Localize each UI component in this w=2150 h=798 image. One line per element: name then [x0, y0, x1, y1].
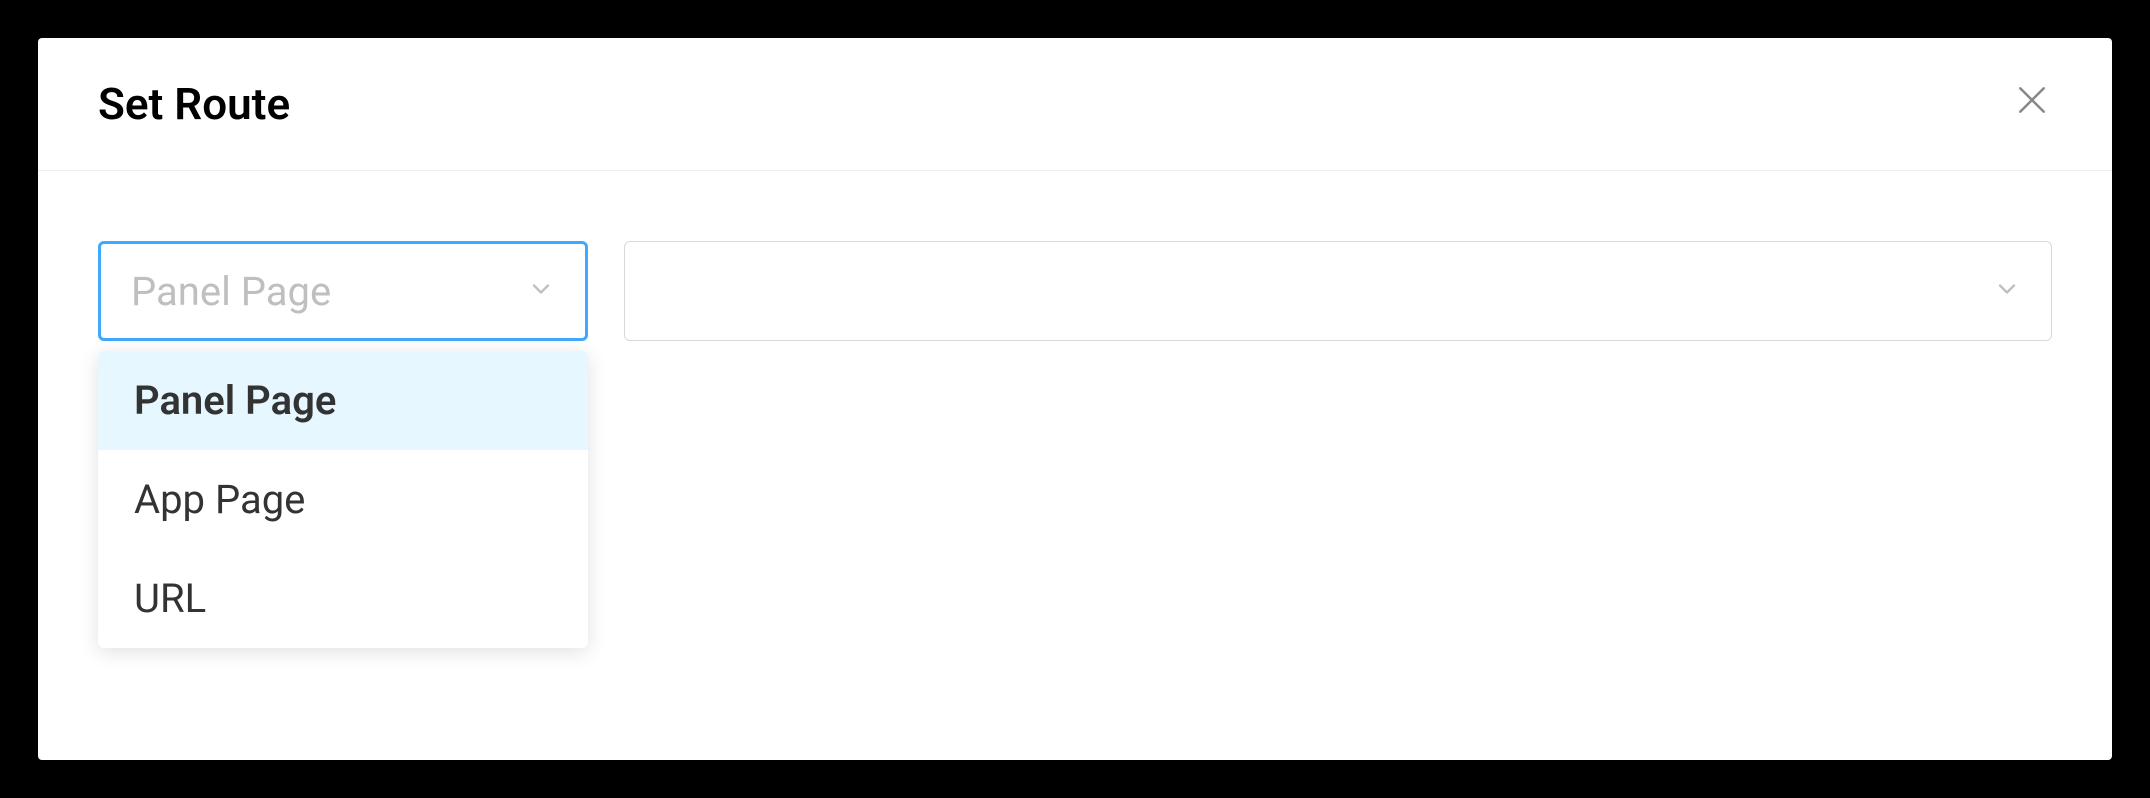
dialog-header: Set Route	[38, 38, 2112, 171]
dropdown-option-app-page[interactable]: App Page	[98, 450, 588, 549]
route-type-placeholder: Panel Page	[131, 268, 331, 315]
dialog-title: Set Route	[98, 78, 290, 130]
route-type-dropdown: Panel Page App Page URL	[98, 351, 588, 648]
route-type-select[interactable]: Panel Page	[98, 241, 588, 341]
dropdown-option-panel-page[interactable]: Panel Page	[98, 351, 588, 450]
route-target-select[interactable]	[624, 241, 2052, 341]
route-type-select-wrapper: Panel Page Panel Page App Page URL	[98, 241, 588, 341]
chevron-down-icon	[1993, 275, 2021, 307]
dialog-body: Panel Page Panel Page App Page URL	[38, 171, 2112, 411]
close-icon	[2012, 75, 2052, 132]
set-route-dialog: Set Route Panel Page Panel Page	[38, 38, 2112, 760]
close-button[interactable]	[2012, 80, 2052, 128]
dropdown-option-url[interactable]: URL	[98, 549, 588, 648]
chevron-down-icon	[527, 275, 555, 307]
